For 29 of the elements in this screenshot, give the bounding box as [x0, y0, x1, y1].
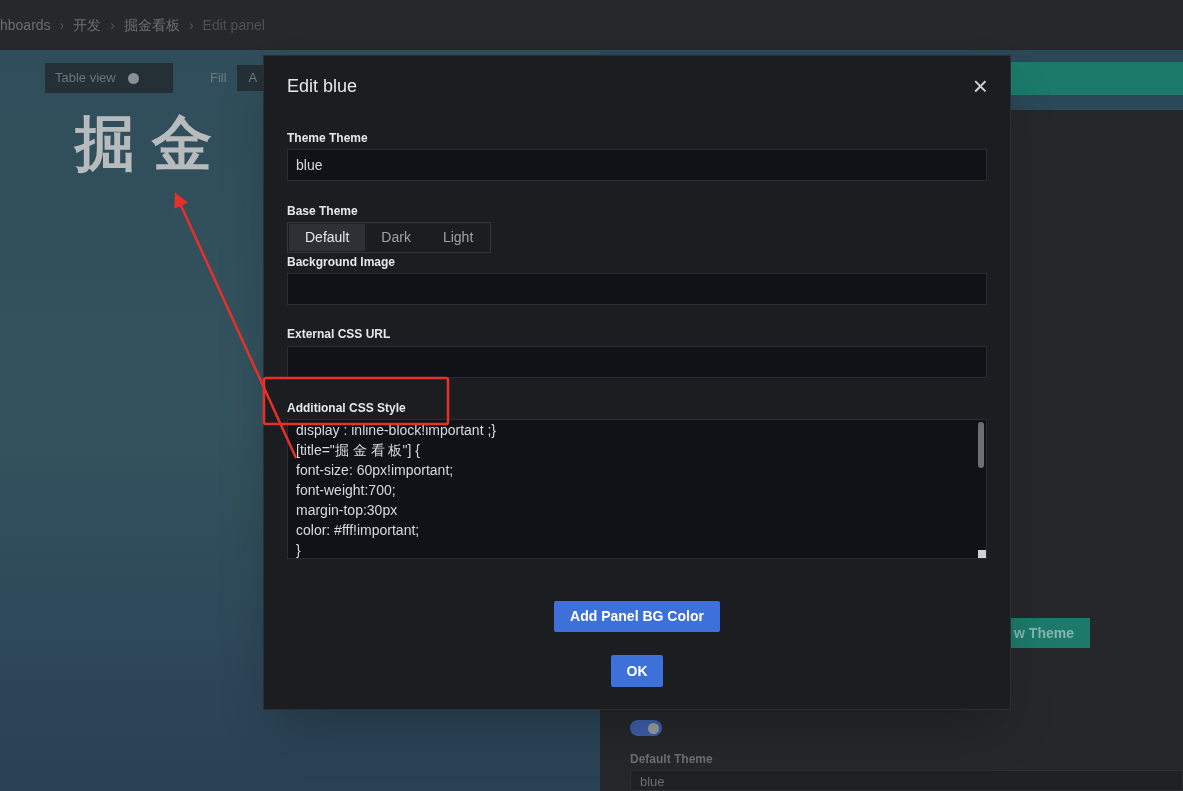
dashboard-title: 掘 金	[75, 109, 212, 179]
field-label: Base Theme	[287, 203, 359, 219]
breadcrumb-link[interactable]: 掘金看板	[123, 14, 180, 36]
breadcrumb-link[interactable]: 开发	[73, 14, 102, 36]
field-label: External CSS URL	[287, 326, 392, 342]
field-label: Additional CSS Style	[287, 400, 407, 416]
ok-button[interactable]: OK	[611, 655, 663, 687]
segment-tab[interactable]: Default	[289, 224, 366, 251]
dialog-title: Edit blue	[287, 74, 358, 98]
chevron-icon: ›	[188, 14, 194, 36]
chevron-icon: ›	[110, 14, 115, 36]
input-field[interactable]	[287, 346, 987, 378]
add-color-button[interactable]: Add Panel BG Color	[554, 601, 720, 632]
scrollbar-thumb[interactable]	[978, 422, 984, 468]
field-label: Default Theme	[630, 751, 713, 768]
input-field[interactable]	[287, 273, 987, 305]
toggle-switch[interactable]	[630, 720, 662, 736]
field-label: Theme Theme	[287, 130, 369, 146]
text-field[interactable]: blue	[287, 149, 987, 181]
field-label: Background Image	[287, 254, 397, 270]
breadcrumb-link[interactable]: hboards	[0, 14, 51, 36]
table-view-toggle[interactable]: Table view	[45, 63, 173, 93]
select-field[interactable]: blue	[630, 770, 1183, 791]
segment-tab[interactable]: Light	[426, 224, 490, 251]
fill-label: Fill	[210, 69, 227, 88]
resize-handle-icon[interactable]	[978, 550, 986, 558]
chevron-icon: ›	[59, 14, 65, 36]
segment-tab[interactable]: Dark	[365, 224, 427, 251]
code-textarea[interactable]: display : inline-block!important ;} [title="掘 金 看 板"] { font-size: 60px!important; font-weight:700; margin-top:30px color: #fff!important; }	[287, 419, 987, 559]
